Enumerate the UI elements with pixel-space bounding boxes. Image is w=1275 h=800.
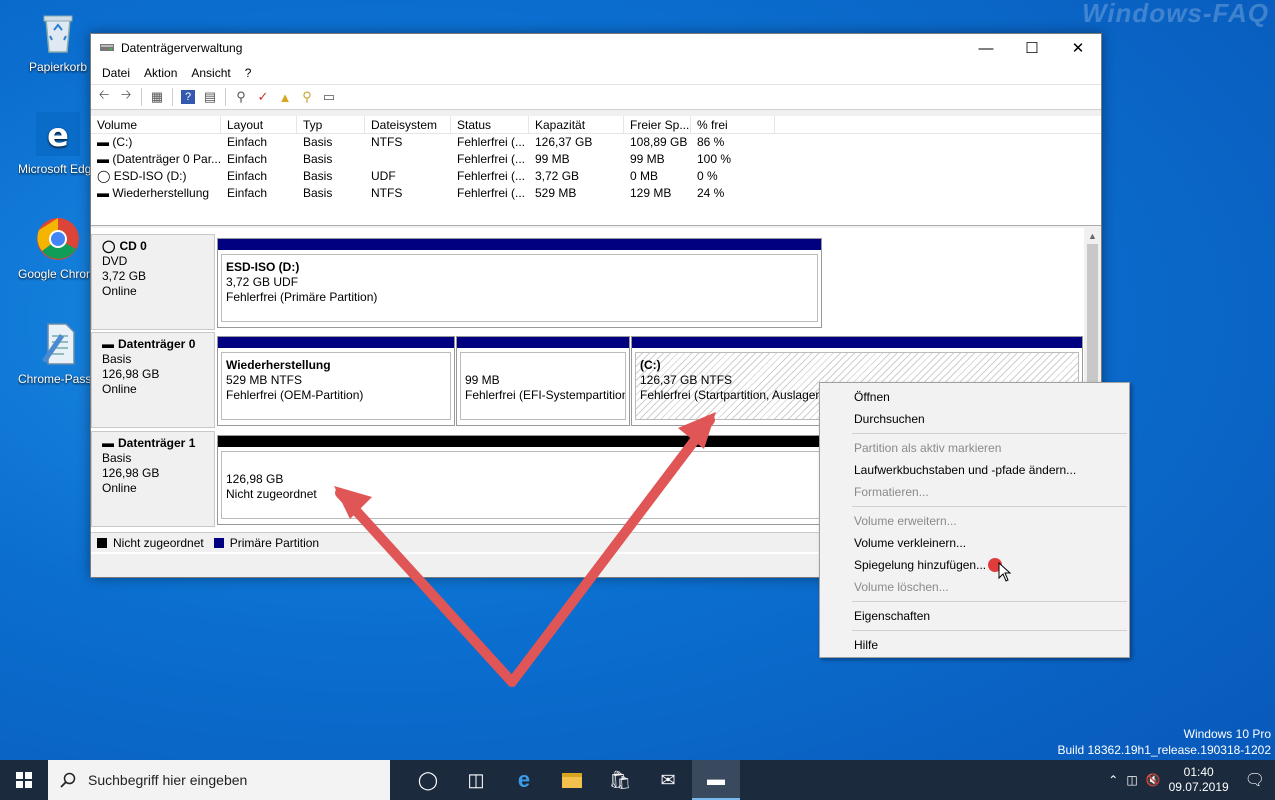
menu-item-delete-volume[interactable]: Volume löschen... (820, 576, 1129, 598)
system-tray: ⌃ ◫ 🔇 01:40 09.07.2019 🗨 (1108, 765, 1275, 795)
menu-separator (852, 601, 1127, 602)
cortana-icon[interactable]: ◯ (404, 760, 452, 800)
notifications-icon[interactable]: 🗨 (1245, 770, 1265, 790)
store-icon[interactable]: 🛍 (596, 760, 644, 800)
menu-item-change-drive-letter[interactable]: Laufwerkbuchstaben und -pfade ändern... (820, 459, 1129, 481)
context-menu: Öffnen Durchsuchen Partition als aktiv m… (819, 382, 1130, 658)
search-placeholder: Suchbegriff hier eingeben (88, 772, 248, 788)
menu-separator (852, 630, 1127, 631)
menu-item-explore[interactable]: Durchsuchen (820, 408, 1129, 430)
menu-item-mark-active[interactable]: Partition als aktiv markieren (820, 437, 1129, 459)
disk-management-taskbar-icon[interactable]: ▬ (692, 760, 740, 800)
menu-separator (852, 506, 1127, 507)
mouse-cursor-icon (998, 562, 1012, 582)
os-version-line: Windows 10 Pro (1183, 727, 1271, 741)
menu-item-add-mirror[interactable]: Spiegelung hinzufügen... (820, 554, 1129, 576)
menu-item-shrink-volume[interactable]: Volume verkleinern... (820, 532, 1129, 554)
edge-taskbar-icon[interactable]: e (500, 760, 548, 800)
clock[interactable]: 01:40 09.07.2019 (1169, 765, 1229, 795)
start-button[interactable] (0, 760, 48, 800)
menu-item-help[interactable]: Hilfe (820, 634, 1129, 656)
red-arrow-annotation (334, 412, 716, 687)
menu-item-properties[interactable]: Eigenschaften (820, 605, 1129, 627)
network-icon[interactable]: ◫ (1126, 773, 1137, 787)
clock-time: 01:40 (1183, 765, 1214, 779)
clock-date: 09.07.2019 (1168, 780, 1229, 794)
os-build-line: Build 18362.19h1_release.190318-1202 (1057, 743, 1271, 757)
menu-item-format[interactable]: Formatieren... (820, 481, 1129, 503)
taskbar: Suchbegriff hier eingeben ◯ ◫ e 🛍 ✉ ▬ ⌃ … (0, 760, 1275, 800)
menu-item-extend-volume[interactable]: Volume erweitern... (820, 510, 1129, 532)
menu-item-label: Spiegelung hinzufügen... (854, 558, 987, 572)
menu-item-open[interactable]: Öffnen (820, 386, 1129, 408)
task-view-icon[interactable]: ◫ (452, 760, 500, 800)
mail-icon[interactable]: ✉ (644, 760, 692, 800)
chevron-up-icon[interactable]: ⌃ (1108, 773, 1118, 787)
windows-logo-icon (16, 772, 32, 788)
os-version-watermark: Windows 10 Pro Build 18362.19h1_release.… (1057, 726, 1271, 758)
menu-separator (852, 433, 1127, 434)
taskbar-search[interactable]: Suchbegriff hier eingeben (48, 760, 390, 800)
volume-muted-icon[interactable]: 🔇 (1146, 773, 1161, 787)
file-explorer-icon[interactable] (548, 760, 596, 800)
search-icon (60, 772, 76, 788)
